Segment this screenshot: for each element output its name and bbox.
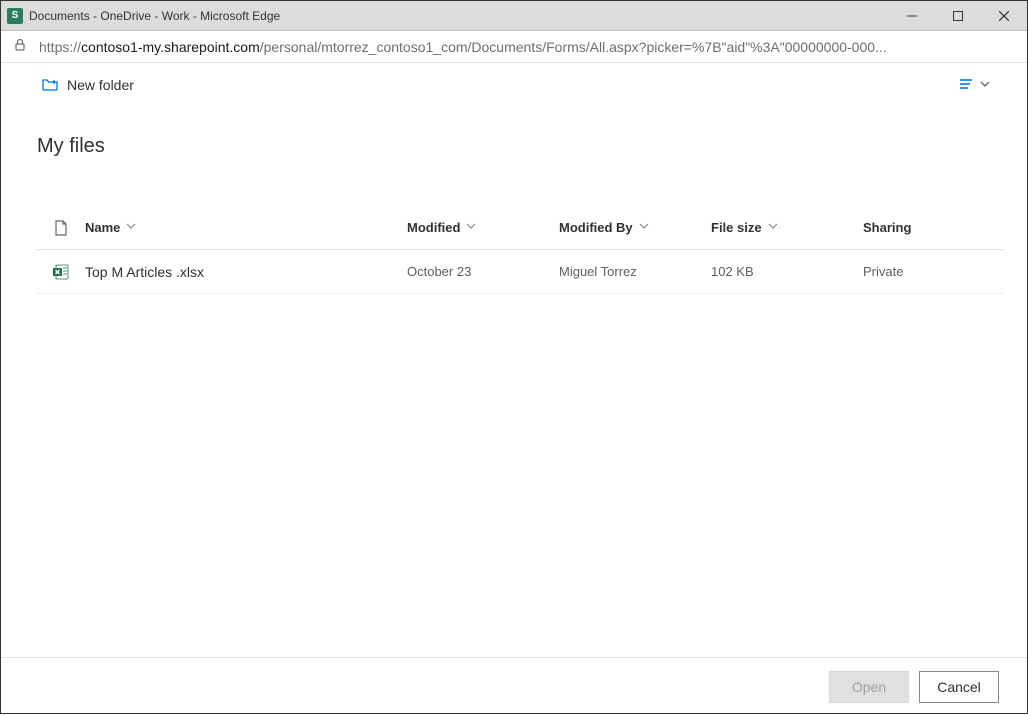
close-button[interactable] [981,1,1027,31]
modified-column-header[interactable]: Modified [407,220,559,235]
window-titlebar: S Documents - OneDrive - Work - Microsof… [1,1,1027,31]
address-bar[interactable]: https://contoso1-my.sharepoint.com/perso… [1,31,1027,63]
file-list-region: My files Name Modified Modified By File … [1,107,1027,657]
open-button: Open [829,671,909,703]
new-folder-button[interactable]: New folder [41,75,134,96]
file-sharing: Private [863,264,1003,279]
table-row[interactable]: Top M Articles .xlsx October 23 Miguel T… [37,250,1003,294]
file-size: 102 KB [711,264,863,279]
cancel-button[interactable]: Cancel [919,671,999,703]
file-modified-by: Miguel Torrez [559,264,711,279]
new-folder-label: New folder [67,77,134,93]
file-name[interactable]: Top M Articles .xlsx [85,264,407,280]
file-type-column-header[interactable] [37,220,85,236]
window-controls [889,1,1027,31]
lock-icon [13,38,29,55]
file-size-column-header[interactable]: File size [711,220,863,235]
modified-by-column-header[interactable]: Modified By [559,220,711,235]
sharing-column-header[interactable]: Sharing [863,220,1003,235]
chevron-down-icon[interactable] [979,78,991,93]
table-header-row: Name Modified Modified By File size Shar… [37,206,1003,250]
chevron-down-icon [639,221,649,234]
dialog-footer: Open Cancel [1,657,1027,715]
maximize-button[interactable] [935,1,981,31]
page-title: My files [37,135,1003,158]
chevron-down-icon [768,221,778,234]
chevron-down-icon [466,221,476,234]
new-folder-icon [41,75,59,96]
url-text: https://contoso1-my.sharepoint.com/perso… [39,39,887,55]
window-title: Documents - OneDrive - Work - Microsoft … [29,9,889,23]
view-options-button[interactable] [957,75,975,96]
excel-file-icon [37,263,85,281]
file-modified: October 23 [407,264,559,279]
sharepoint-app-icon: S [7,8,23,24]
name-column-header[interactable]: Name [85,220,407,235]
minimize-button[interactable] [889,1,935,31]
chevron-down-icon [126,221,136,234]
command-bar: New folder [1,63,1027,107]
